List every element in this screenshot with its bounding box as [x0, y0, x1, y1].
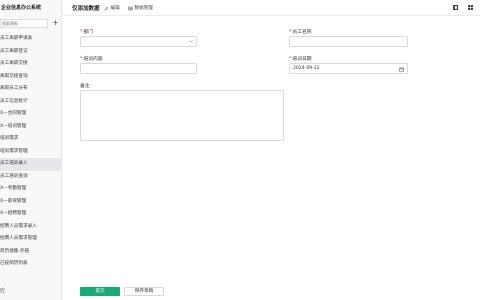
sidebar-menu-item[interactable]: 培训需求管理: [0, 146, 62, 159]
edit-button[interactable]: 编辑: [104, 5, 120, 11]
submit-button[interactable]: 提交: [80, 287, 120, 296]
edit-label: 编辑: [110, 6, 120, 11]
sidebar-menu-item[interactable]: 员工培训录入: [0, 158, 62, 171]
sidebar-menu: 员工离职申请表 员工离职登记 员工离职交接 离职交接查询 离职员工分布 员工信息统计 X—合…: [0, 33, 62, 271]
employee-name-label: *员工名称: [289, 30, 312, 35]
department-label: *部门: [80, 30, 94, 35]
sidebar-menu-item[interactable]: 员工离职交接: [0, 58, 62, 71]
sidebar: 企业信息办公系统 + 员工离职申请表员工离职登记员工离职交接离职交接查询离职员工…: [0, 0, 62, 300]
search-input[interactable]: [0, 19, 48, 28]
training-date-label: *培训日期: [289, 57, 312, 62]
sidebar-search-row: +: [0, 19, 62, 29]
sidebar-menu-item[interactable]: 招聘人员需求管理: [0, 233, 62, 246]
sidebar-menu-item[interactable]: 简历搜集-外链: [0, 246, 62, 259]
topbar: 仅添加数据 编辑 数据管理: [62, 0, 480, 16]
data-manage-label: 数据管理: [134, 6, 153, 11]
sidebar-menu-item[interactable]: X—考勤管理: [0, 183, 62, 196]
app-title: 企业信息办公系统: [1, 5, 42, 11]
sidebar-menu-item[interactable]: 员工离职登记: [0, 46, 62, 59]
sidebar-menu-item[interactable]: 培训需求: [0, 133, 62, 146]
sidebar-menu-item[interactable]: 招聘人员需求录入: [0, 221, 62, 234]
department-select[interactable]: [80, 36, 197, 47]
sidebar-footer-label: 应: [0, 288, 6, 294]
training-content-label: *培训内容: [80, 57, 103, 62]
sidebar-menu-item[interactable]: 员工离职申请表: [0, 33, 62, 46]
sidebar-menu-item[interactable]: X—薪资管理: [0, 196, 62, 209]
sidebar-menu-item[interactable]: X—合同管理: [0, 108, 62, 121]
training-date-input[interactable]: 2024-09-22: [289, 63, 408, 74]
remarks-label: 备注: [80, 84, 90, 89]
sidebar-menu-item[interactable]: 离职交接查询: [0, 71, 62, 84]
calendar-icon[interactable]: [399, 67, 404, 72]
save-draft-button[interactable]: 保存草稿: [124, 287, 164, 296]
sidebar-menu-item[interactable]: X—招聘管理: [0, 208, 62, 221]
edit-icon: [104, 6, 109, 10]
page-title: 仅添加数据: [72, 6, 100, 12]
layout-icon[interactable]: [452, 4, 459, 11]
training-content-input[interactable]: [80, 63, 197, 74]
add-button[interactable]: +: [52, 19, 59, 28]
sidebar-menu-item[interactable]: X—培训管理: [0, 121, 62, 134]
sidebar-menu-item[interactable]: 离职员工分布: [0, 83, 62, 96]
data-manage-button[interactable]: 数据管理: [128, 5, 153, 11]
sidebar-menu-item[interactable]: 员工信息统计: [0, 96, 62, 109]
training-date-value: 2024-09-22: [293, 66, 320, 71]
remarks-textarea[interactable]: [80, 90, 284, 141]
grid-icon[interactable]: [467, 4, 474, 11]
employee-name-input[interactable]: [289, 36, 408, 47]
sidebar-menu-item[interactable]: 已投简历列表: [0, 258, 62, 271]
sidebar-menu-item[interactable]: 员工培训查询: [0, 171, 62, 184]
chevron-down-icon: [189, 40, 193, 43]
table-icon: [128, 6, 133, 10]
